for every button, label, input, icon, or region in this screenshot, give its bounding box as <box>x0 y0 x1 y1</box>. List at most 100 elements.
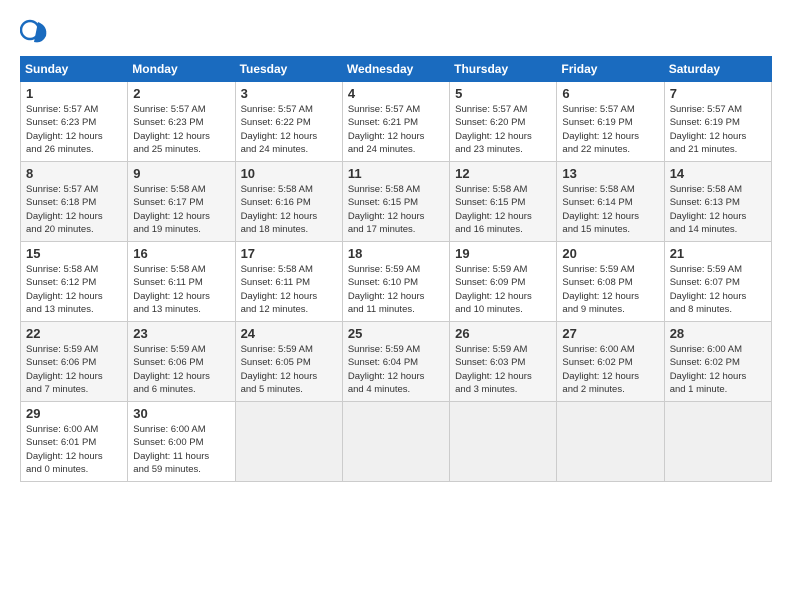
cell-content: Sunrise: 5:58 AMSunset: 6:11 PMDaylight:… <box>241 264 318 315</box>
day-number: 1 <box>26 86 122 101</box>
cell-content: Sunrise: 5:57 AMSunset: 6:23 PMDaylight:… <box>133 104 210 155</box>
day-number: 3 <box>241 86 337 101</box>
weekday-header-monday: Monday <box>128 57 235 82</box>
cell-content: Sunrise: 5:59 AMSunset: 6:06 PMDaylight:… <box>133 344 210 395</box>
day-cell-11: 11 Sunrise: 5:58 AMSunset: 6:15 PMDayligh… <box>342 162 449 242</box>
day-number: 12 <box>455 166 551 181</box>
empty-cell <box>664 402 771 482</box>
day-number: 23 <box>133 326 229 341</box>
day-cell-4: 4 Sunrise: 5:57 AMSunset: 6:21 PMDaylight… <box>342 82 449 162</box>
cell-content: Sunrise: 5:58 AMSunset: 6:15 PMDaylight:… <box>455 184 532 235</box>
day-cell-5: 5 Sunrise: 5:57 AMSunset: 6:20 PMDaylight… <box>450 82 557 162</box>
day-cell-27: 27Sunrise: 6:00 AMSunset: 6:02 PMDayligh… <box>557 322 664 402</box>
day-cell-10: 10 Sunrise: 5:58 AMSunset: 6:16 PMDayligh… <box>235 162 342 242</box>
weekday-header-wednesday: Wednesday <box>342 57 449 82</box>
day-number: 10 <box>241 166 337 181</box>
cell-content: Sunrise: 5:57 AMSunset: 6:20 PMDaylight:… <box>455 104 532 155</box>
empty-cell <box>235 402 342 482</box>
day-cell-25: 25Sunrise: 5:59 AMSunset: 6:04 PMDayligh… <box>342 322 449 402</box>
cell-content: Sunrise: 5:57 AMSunset: 6:21 PMDaylight:… <box>348 104 425 155</box>
day-cell-19: 19 Sunrise: 5:59 AMSunset: 6:09 PMDayligh… <box>450 242 557 322</box>
cell-content: Sunrise: 6:00 AMSunset: 6:02 PMDaylight:… <box>670 344 747 395</box>
day-cell-1: 1 Sunrise: 5:57 AMSunset: 6:23 PMDaylight… <box>21 82 128 162</box>
day-cell-17: 17 Sunrise: 5:58 AMSunset: 6:11 PMDayligh… <box>235 242 342 322</box>
day-number: 24 <box>241 326 337 341</box>
weekday-header-thursday: Thursday <box>450 57 557 82</box>
day-number: 7 <box>670 86 766 101</box>
weekday-header-saturday: Saturday <box>664 57 771 82</box>
logo <box>20 16 52 44</box>
day-number: 21 <box>670 246 766 261</box>
day-number: 17 <box>241 246 337 261</box>
day-cell-7: 7 Sunrise: 5:57 AMSunset: 6:19 PMDaylight… <box>664 82 771 162</box>
cell-content: Sunrise: 5:58 AMSunset: 6:11 PMDaylight:… <box>133 264 210 315</box>
cell-content: Sunrise: 5:59 AMSunset: 6:07 PMDaylight:… <box>670 264 747 315</box>
day-cell-22: 22Sunrise: 5:59 AMSunset: 6:06 PMDayligh… <box>21 322 128 402</box>
day-number: 29 <box>26 406 122 421</box>
day-number: 15 <box>26 246 122 261</box>
empty-cell <box>342 402 449 482</box>
weekday-header-row: SundayMondayTuesdayWednesdayThursdayFrid… <box>21 57 772 82</box>
day-cell-8: 8Sunrise: 5:57 AMSunset: 6:18 PMDaylight… <box>21 162 128 242</box>
calendar-table: SundayMondayTuesdayWednesdayThursdayFrid… <box>20 56 772 482</box>
cell-content: Sunrise: 5:59 AMSunset: 6:09 PMDaylight:… <box>455 264 532 315</box>
day-cell-9: 9Sunrise: 5:58 AMSunset: 6:17 PMDaylight… <box>128 162 235 242</box>
day-cell-2: 2 Sunrise: 5:57 AMSunset: 6:23 PMDaylight… <box>128 82 235 162</box>
cell-content: Sunrise: 5:57 AMSunset: 6:22 PMDaylight:… <box>241 104 318 155</box>
weekday-header-tuesday: Tuesday <box>235 57 342 82</box>
week-row-1: 1 Sunrise: 5:57 AMSunset: 6:23 PMDaylight… <box>21 82 772 162</box>
day-number: 4 <box>348 86 444 101</box>
day-number: 28 <box>670 326 766 341</box>
day-cell-23: 23 Sunrise: 5:59 AMSunset: 6:06 PMDayligh… <box>128 322 235 402</box>
cell-content: Sunrise: 5:59 AMSunset: 6:05 PMDaylight:… <box>241 344 318 395</box>
day-number: 14 <box>670 166 766 181</box>
day-number: 30 <box>133 406 229 421</box>
day-number: 26 <box>455 326 551 341</box>
day-cell-15: 15Sunrise: 5:58 AMSunset: 6:12 PMDayligh… <box>21 242 128 322</box>
cell-content: Sunrise: 6:00 AMSunset: 6:00 PMDaylight:… <box>133 424 209 475</box>
day-cell-20: 20 Sunrise: 5:59 AMSunset: 6:08 PMDayligh… <box>557 242 664 322</box>
day-cell-14: 14 Sunrise: 5:58 AMSunset: 6:13 PMDayligh… <box>664 162 771 242</box>
week-row-4: 22 Sunrise: 5:59 AMSunset: 6:06 PMDayligh… <box>21 322 772 402</box>
day-cell-6: 6 Sunrise: 5:57 AMSunset: 6:19 PMDaylight… <box>557 82 664 162</box>
empty-cell <box>557 402 664 482</box>
weekday-header-sunday: Sunday <box>21 57 128 82</box>
day-cell-30: 30 Sunrise: 6:00 AMSunset: 6:00 PMDayligh… <box>128 402 235 482</box>
day-number: 13 <box>562 166 658 181</box>
day-cell-18: 18 Sunrise: 5:59 AMSunset: 6:10 PMDayligh… <box>342 242 449 322</box>
cell-content: Sunrise: 5:59 AMSunset: 6:08 PMDaylight:… <box>562 264 639 315</box>
day-cell-16: 16 Sunrise: 5:58 AMSunset: 6:11 PMDayligh… <box>128 242 235 322</box>
logo-icon <box>20 16 48 44</box>
day-number: 8 <box>26 166 122 181</box>
cell-content: Sunrise: 6:00 AMSunset: 6:02 PMDaylight:… <box>562 344 639 395</box>
day-number: 2 <box>133 86 229 101</box>
day-number: 16 <box>133 246 229 261</box>
day-number: 20 <box>562 246 658 261</box>
day-cell-28: 28 Sunrise: 6:00 AMSunset: 6:02 PMDayligh… <box>664 322 771 402</box>
header <box>20 16 772 44</box>
day-cell-26: 26 Sunrise: 5:59 AMSunset: 6:03 PMDayligh… <box>450 322 557 402</box>
cell-content: Sunrise: 5:57 AMSunset: 6:23 PMDaylight:… <box>26 104 103 155</box>
day-number: 6 <box>562 86 658 101</box>
day-number: 22 <box>26 326 122 341</box>
day-number: 5 <box>455 86 551 101</box>
week-row-2: 8Sunrise: 5:57 AMSunset: 6:18 PMDaylight… <box>21 162 772 242</box>
cell-content: Sunrise: 5:58 AMSunset: 6:16 PMDaylight:… <box>241 184 318 235</box>
cell-content: Sunrise: 5:59 AMSunset: 6:03 PMDaylight:… <box>455 344 532 395</box>
day-number: 19 <box>455 246 551 261</box>
cell-content: Sunrise: 5:58 AMSunset: 6:15 PMDaylight:… <box>348 184 425 235</box>
page: SundayMondayTuesdayWednesdayThursdayFrid… <box>0 0 792 492</box>
cell-content: Sunrise: 5:57 AMSunset: 6:19 PMDaylight:… <box>670 104 747 155</box>
cell-content: Sunrise: 5:58 AMSunset: 6:13 PMDaylight:… <box>670 184 747 235</box>
day-cell-21: 21 Sunrise: 5:59 AMSunset: 6:07 PMDayligh… <box>664 242 771 322</box>
cell-content: Sunrise: 5:57 AMSunset: 6:19 PMDaylight:… <box>562 104 639 155</box>
day-number: 11 <box>348 166 444 181</box>
day-number: 18 <box>348 246 444 261</box>
cell-content: Sunrise: 6:00 AMSunset: 6:01 PMDaylight:… <box>26 424 103 475</box>
cell-content: Sunrise: 5:59 AMSunset: 6:10 PMDaylight:… <box>348 264 425 315</box>
cell-content: Sunrise: 5:58 AMSunset: 6:14 PMDaylight:… <box>562 184 639 235</box>
day-cell-24: 24 Sunrise: 5:59 AMSunset: 6:05 PMDayligh… <box>235 322 342 402</box>
weekday-header-friday: Friday <box>557 57 664 82</box>
cell-content: Sunrise: 5:58 AMSunset: 6:17 PMDaylight:… <box>133 184 210 235</box>
day-cell-3: 3 Sunrise: 5:57 AMSunset: 6:22 PMDaylight… <box>235 82 342 162</box>
